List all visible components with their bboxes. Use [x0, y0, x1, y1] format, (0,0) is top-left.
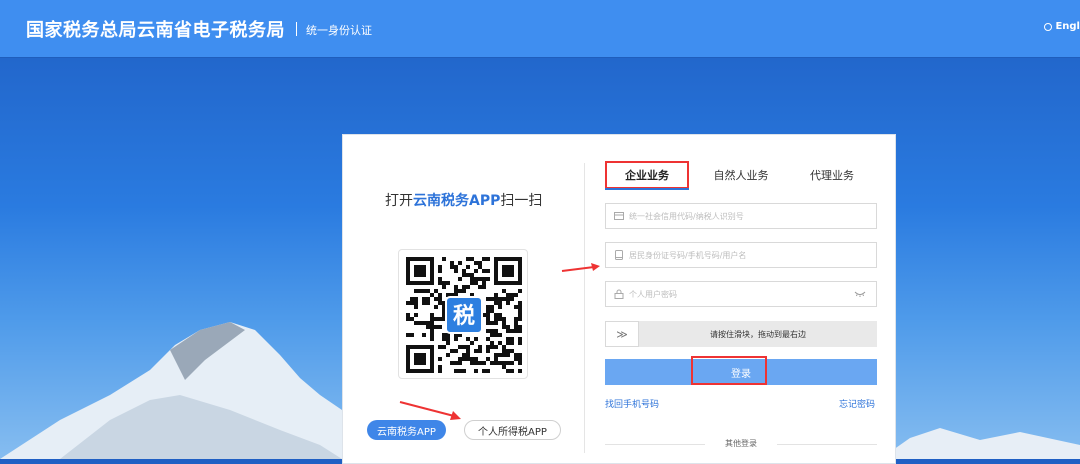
tax-logo-char: 税 [453, 303, 475, 329]
card-icon [614, 212, 624, 220]
password-input[interactable] [629, 289, 849, 299]
yunnan-tax-app-button[interactable]: 云南税务APP [367, 420, 446, 440]
lock-icon [614, 289, 624, 299]
slider-hint: 请按住滑块，拖动到最右边 [710, 329, 806, 339]
personal-income-tax-app-button[interactable]: 个人所得税APP [464, 420, 561, 440]
retrieve-phone-link[interactable]: 找回手机号码 [605, 397, 659, 410]
tab-agent[interactable]: 代理业务 [799, 161, 865, 189]
login-highlight-box [691, 356, 767, 385]
credit-code-input[interactable] [629, 211, 849, 221]
other-login-divider: 其他登录 [605, 437, 877, 451]
phone-icon [615, 250, 623, 260]
slider-handle[interactable]: ≫ [605, 321, 639, 347]
title-divider [296, 22, 297, 36]
password-field[interactable] [605, 281, 877, 307]
tab-enterprise[interactable]: 企业业务 [605, 161, 689, 190]
globe-icon [1044, 22, 1053, 31]
language-label: Engl [1055, 21, 1080, 32]
annotation-arrow-icon [561, 263, 600, 272]
forgot-password-link[interactable]: 忘记密码 [839, 397, 875, 410]
credit-code-field[interactable] [605, 203, 877, 229]
other-login-label: 其他登录 [725, 439, 757, 448]
vertical-divider [584, 163, 585, 453]
qr-code-image: 税 [406, 257, 522, 373]
site-title: 国家税务总局云南省电子税务局 [26, 20, 285, 41]
language-switch[interactable]: Engl [1044, 21, 1080, 32]
qr-title-prefix: 打开 [385, 193, 413, 209]
qr-code: 税 [398, 249, 528, 379]
qr-title-app: 云南税务APP [413, 193, 501, 209]
eye-closed-icon[interactable] [854, 290, 866, 298]
slider-captcha[interactable]: ≫ 请按住滑块，拖动到最右边 [605, 321, 877, 347]
annotation-arrow-icon [399, 401, 461, 420]
site-subtitle: 统一身份认证 [306, 24, 372, 37]
top-header: 国家税务总局云南省电子税务局 统一身份认证 Engl [0, 0, 1080, 57]
account-input[interactable] [629, 250, 849, 260]
account-field[interactable] [605, 242, 877, 268]
qr-title: 打开云南税务APP扫一扫 [385, 190, 542, 210]
tab-natural-person[interactable]: 自然人业务 [703, 161, 779, 189]
qr-title-suffix: 扫一扫 [500, 193, 543, 209]
